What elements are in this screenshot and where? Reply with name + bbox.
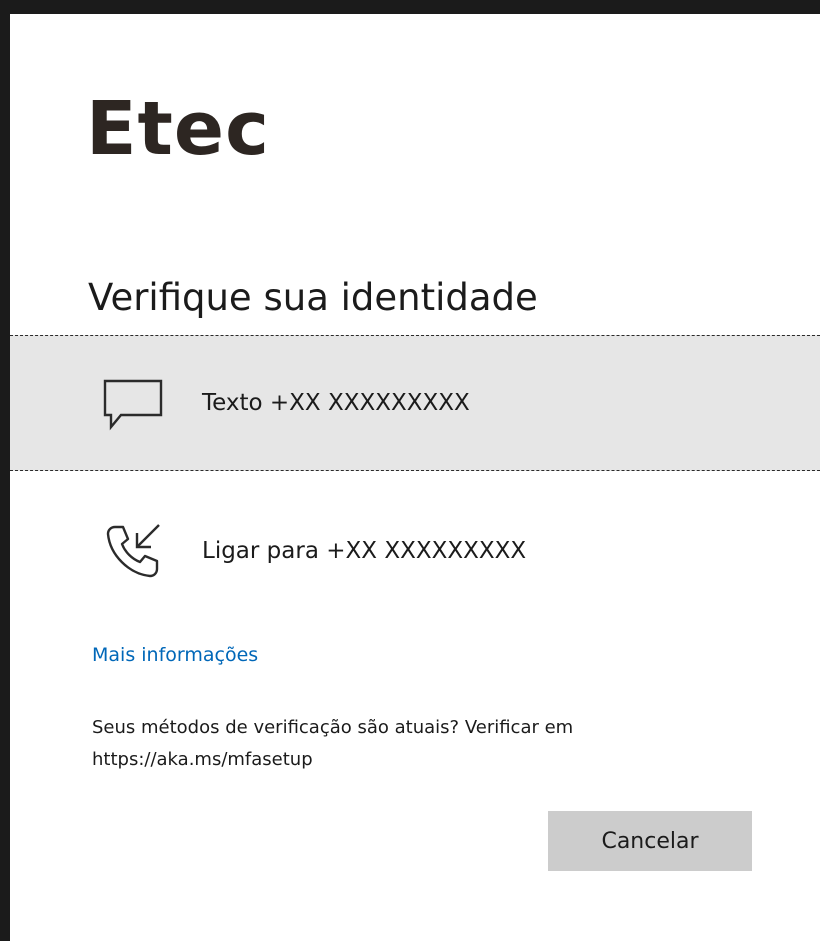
method-text-option[interactable]: Texto +XX XXXXXXXXX <box>10 335 820 471</box>
cancel-button[interactable]: Cancelar <box>548 811 752 871</box>
method-call-label: Ligar para +XX XXXXXXXXX <box>202 538 527 564</box>
mfa-dialog: Etec Verifique sua identidade Texto +XX … <box>10 14 820 941</box>
more-info-link[interactable]: Mais informações <box>92 644 258 666</box>
chat-bubble-icon <box>98 368 168 438</box>
method-text-label: Texto +XX XXXXXXXXX <box>202 390 470 416</box>
company-logo: Etec <box>86 86 270 172</box>
method-call-option[interactable]: Ligar para +XX XXXXXXXXX <box>10 486 820 616</box>
verification-notice: Seus métodos de verificação são atuais? … <box>92 717 574 770</box>
incoming-call-icon <box>98 516 168 586</box>
page-title: Verifique sua identidade <box>88 276 538 319</box>
